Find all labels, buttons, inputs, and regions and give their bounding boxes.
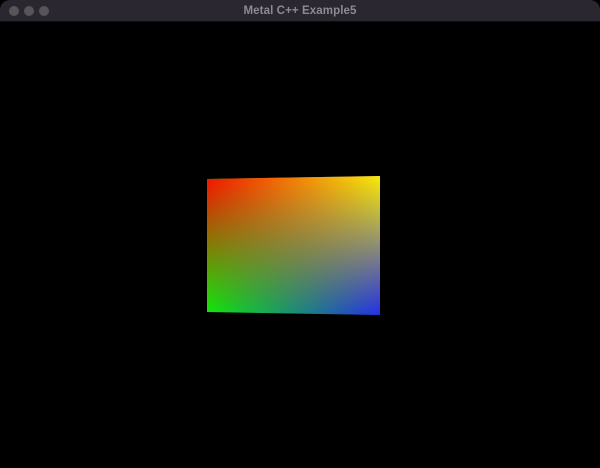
window-title: Metal C++ Example5 [243,5,357,17]
render-surface [207,176,380,315]
title-bar[interactable]: Metal C++ Example5 [0,0,600,22]
metal-view[interactable] [0,22,600,468]
app-window: Metal C++ Example5 [0,0,600,468]
gradient-quad [207,176,380,315]
